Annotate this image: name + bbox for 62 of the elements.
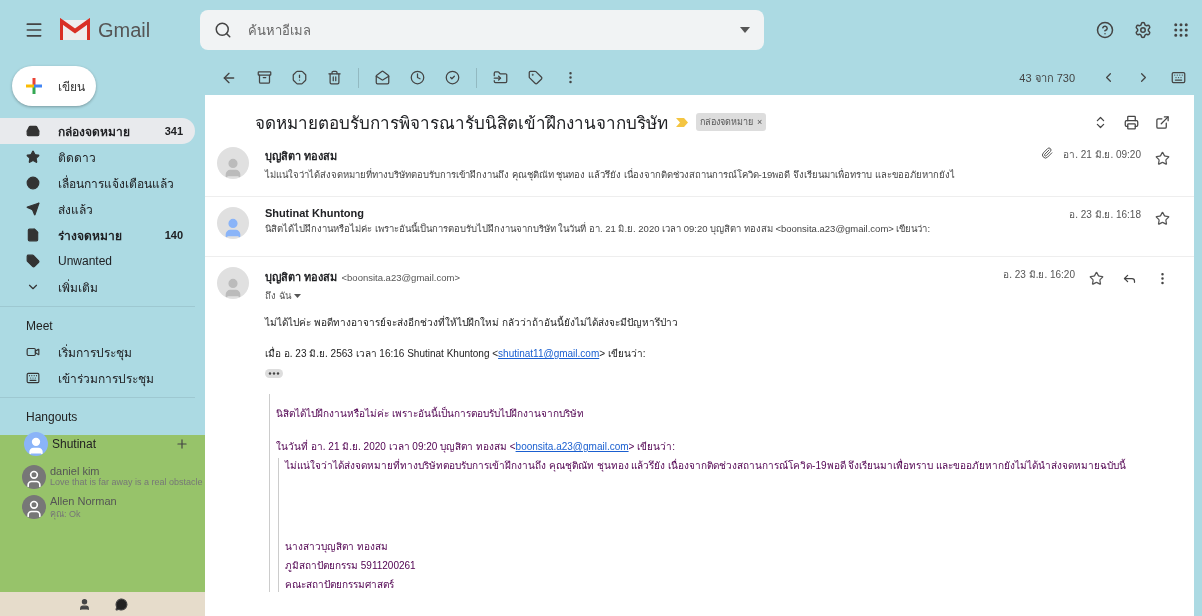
contact-name: Allen Norman [50, 495, 117, 507]
sidebar-item[interactable]: ร่างจดหมาย 140 [0, 222, 195, 248]
signature-line: คณะสถาปัตยกรรมศาสตร์ [285, 578, 395, 592]
section-title: Hangouts [0, 397, 195, 430]
search-bar[interactable]: ค้นหาอีเมล [200, 10, 765, 50]
sender-email: <boonsita.a23@gmail.com> [341, 272, 460, 283]
message-snippet: ไม่แน่ใจว่าได้ส่งจดหมายที่ทางบริษัทตอบรับการเข้าฝึกงานถึง คุณชุติณัท ชุนทอง แล้วรึยัง เนื่องจากติดช่วงสถานการณ์โควิด-19พอดี จึงเรียนมาเพื่อทราบ และขออภัยหากยังไ [265, 167, 956, 182]
meet-icon [26, 345, 40, 359]
quoted-text: นิสิตได้ไปฝึกงานหรือไม่ค่ะ เพราะอันนี้เป็นการตอบรับไปฝึกงานจากบริษัท [276, 406, 585, 421]
label-text: กล่องจดหมาย [700, 116, 753, 129]
quoted-text: ไม่แน่ใจว่าได้ส่งจดหมายที่ทางบริษัทตอบรับการเข้าฝึกงานถึง คุณชุติณัท ชุนทอง แล้วรึยัง เนื่องจากติดช่วงสถานการณ์โควิด-19พอดี จึงเรียนมาเพื่อทราบ และขออภัยหากยังไม่ได้นำส่งจดหมายฉบับนี้ [285, 458, 1127, 473]
compose-button[interactable]: เขียน [12, 66, 96, 106]
sender-name: Shutinat Khuntong [265, 207, 365, 219]
section-title: Meet [0, 306, 195, 339]
meet-icon [26, 371, 40, 385]
caret-icon[interactable] [740, 27, 751, 33]
search-icon [214, 21, 233, 39]
user-name[interactable]: Shutinat [52, 437, 97, 451]
email-link[interactable]: shutinat11@gmail.com [498, 348, 600, 359]
sidebar-item[interactable]: ติดดาว [0, 144, 195, 170]
remove-label-button[interactable]: × [757, 115, 763, 129]
signature-line: ภูมิสถาปัตยกรรม 5911200261 [285, 559, 417, 573]
envelope-logo-icon [60, 18, 90, 42]
message-row[interactable]: Shutinat Khuntong นิสิตได้ไปฝึกงานหรือไม่ค่ะ เพราะอันนี้เป็นการตอบรับไปฝึกงานจากบริษัท ในวันที่ อา. 21 มิ.ย. 2020 เวลา 09:20 บุญสิตา ทองสม <boonsita.a23@gmail.com> เขียนว่า: อ. 23 มิ.ย. 16:18 [205, 197, 1194, 257]
message-date: อา. 21 มิ.ย. 09:20 [1063, 148, 1141, 162]
app-name: Gmail [98, 18, 151, 42]
message-date: อ. 23 มิ.ย. 16:18 [1069, 208, 1141, 222]
message-body: ไม่ได้ไปค่ะ พอดีทางอาจารย์จะส่งอีกช่วงที่ให้ไปฝึกใหม่ กลัวว่าถ้าอันนี้ยังไม่ได้ส่งจะมีปัญหารึป่าว [265, 315, 679, 330]
avatar-icon [217, 267, 249, 299]
meet-item[interactable]: เข้าร่วมการประชุม [0, 365, 195, 391]
caret-icon [293, 293, 301, 298]
chat-message: คุณ: Ok [50, 508, 82, 521]
message-row[interactable]: บุญสิตา ทองสม ไม่แน่ใจว่าได้ส่งจดหมายที่ทางบริษัทตอบรับการเข้าฝึกงานถึง คุณชุติณัท ชุนทอง แล้วรึยัง เนื่องจากติดช่วงสถานการณ์โควิด-19พอดี จึงเรียนมาเพื่อทราบ และขออภัยหากยังไ อา. 21 มิ.ย. 09:20 [205, 137, 1194, 197]
sidebar-item[interactable]: กล่องจดหมาย 341 [0, 118, 195, 144]
avatar-icon [24, 432, 48, 456]
avatar-icon [217, 207, 249, 239]
chat-message: Love that is far away is a real obstacle [50, 477, 203, 487]
chat-item[interactable]: Allen Norman คุณ: Ok [0, 492, 205, 524]
sidebar-item[interactable]: ส่งแล้ว [0, 196, 195, 222]
reply-header: เมื่อ อ. 23 มิ.ย. 2563 เวลา 16:16 Shutinat Khuntong <shutinat11@gmail.com> เขียนว่า: [265, 346, 647, 361]
search-field[interactable]: ค้นหาอีเมล [246, 21, 727, 39]
importance-marker-icon [676, 117, 688, 127]
sidebar-item[interactable]: เลื่อนการแจ้งเตือนแล้ว [0, 170, 195, 196]
signature-line: นางสาวบุญสิตา ทองสม [285, 540, 389, 554]
meet-item[interactable]: เริ่มการประชุม [0, 339, 195, 365]
reply-header: ในวันที่ อา. 21 มิ.ย. 2020 เวลา 09:20 บุญสิตา ทองสม <boonsita.a23@gmail.com> เขียนว่า: [276, 439, 676, 454]
message-date: อ. 23 มิ.ย. 16:20 [1003, 268, 1075, 282]
pagination-text: 43 จาก 730 [1019, 70, 1075, 86]
sidebar-item[interactable]: เพิ่มเติม [0, 274, 195, 300]
email-link[interactable]: boonsita.a23@gmail.com [515, 441, 629, 452]
avatar-icon [217, 147, 249, 179]
sender-name: บุญสิตา ทองสม [265, 271, 338, 283]
plus-icon [24, 76, 44, 96]
contact-name: daniel kim [50, 465, 101, 477]
show-trimmed-button[interactable] [265, 369, 283, 378]
ellipsis-icon [268, 372, 280, 375]
chat-item[interactable]: daniel kim Love that is far away is a real obstacle [0, 462, 205, 492]
message-snippet: นิสิตได้ไปฝึกงานหรือไม่ค่ะ เพราะอันนี้เป็นการตอบรับไปฝึกงานจากบริษัท ในวันที่ อา. 21 มิ.ย. 2020 เวลา 09:20 บุญสิตา ทองสม <boonsita.a23@gmail.com> เขียนว่า: [265, 221, 932, 236]
sender-name: บุญสิตา ทองสม [265, 149, 339, 165]
sidebar-item[interactable]: Unwanted [0, 248, 195, 274]
email-subject: จดหมายตอบรับการพิจารณารับนิสิตเข้าฝึกงานจากบริษัท [255, 112, 668, 135]
recipient-dropdown[interactable]: ถึง ฉัน [265, 288, 301, 303]
